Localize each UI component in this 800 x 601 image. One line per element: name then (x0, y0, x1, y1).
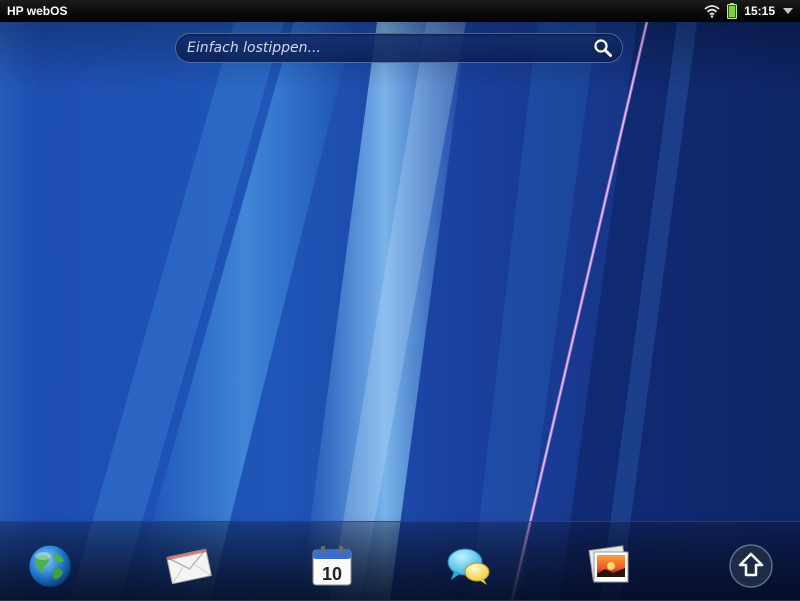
messaging-icon[interactable] (445, 542, 493, 590)
dock: 10 (0, 521, 800, 601)
calendar-day: 10 (322, 564, 342, 584)
search-input[interactable] (176, 33, 592, 63)
status-bar: HP webOS 15:15 (0, 0, 800, 22)
launcher-icon[interactable] (727, 542, 775, 590)
menu-arrow-icon[interactable] (782, 6, 794, 16)
calendar-icon[interactable]: 10 (308, 542, 356, 590)
search-icon[interactable] (592, 37, 614, 59)
battery-icon (727, 3, 738, 19)
search-bar[interactable] (175, 33, 623, 63)
browser-globe-icon[interactable] (26, 542, 74, 590)
email-icon[interactable] (165, 542, 213, 590)
status-indicators[interactable]: 15:15 (704, 0, 794, 22)
photos-icon[interactable] (585, 542, 633, 590)
wallpaper (0, 0, 800, 600)
wifi-icon (704, 5, 720, 18)
status-title: HP webOS (7, 4, 68, 18)
status-time: 15:15 (744, 4, 775, 18)
